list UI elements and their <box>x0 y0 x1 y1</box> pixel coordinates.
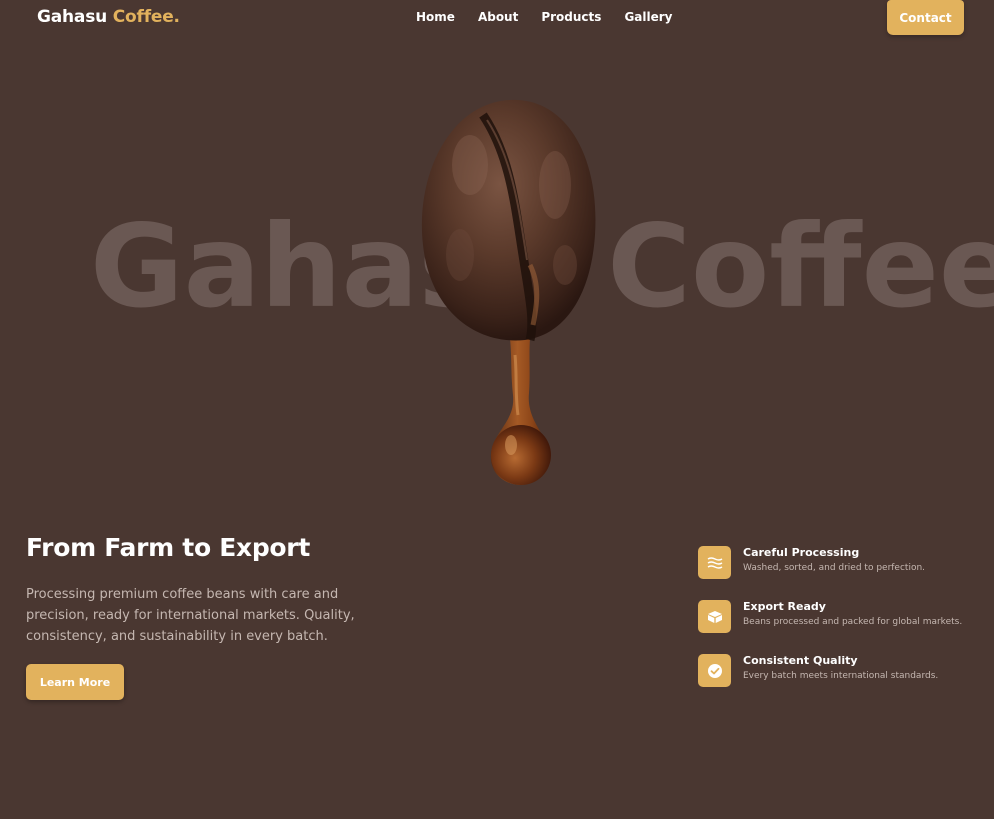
feature-title: Consistent Quality <box>743 654 858 667</box>
coffee-bean-image <box>421 99 596 485</box>
waves-icon <box>698 546 731 579</box>
nav-link-gallery[interactable]: Gallery <box>624 10 672 24</box>
contact-button[interactable]: Contact <box>887 0 964 35</box>
feature-title: Export Ready <box>743 600 826 613</box>
nav-link-about[interactable]: About <box>478 10 518 24</box>
feature-item-consistent-quality: Consistent Quality Every batch meets int… <box>698 654 978 688</box>
feature-description: Beans processed and packed for global ma… <box>743 617 963 627</box>
feature-description: Washed, sorted, and dried to perfection. <box>743 563 926 573</box>
feature-title: Careful Processing <box>743 546 860 559</box>
feature-item-export-ready: Export Ready Beans processed and packed … <box>698 600 978 634</box>
check-circle-icon <box>698 654 731 687</box>
nav-link-home[interactable]: Home <box>416 10 455 24</box>
learn-more-button[interactable]: Learn More <box>26 664 124 700</box>
intro-headline: From Farm to Export <box>26 533 310 562</box>
nav-links: Home About Products Gallery <box>416 10 696 24</box>
logo-accent: Coffee. <box>112 7 180 27</box>
nav-link-products[interactable]: Products <box>541 10 601 24</box>
feature-description: Every batch meets international standard… <box>743 671 939 681</box>
feature-item-careful-processing: Careful Processing Washed, sorted, and d… <box>698 546 978 580</box>
logo-primary: Gahasu <box>37 7 108 27</box>
navbar: Gahasu Coffee. Home About Products Galle… <box>0 0 994 36</box>
logo[interactable]: Gahasu Coffee. <box>37 7 180 27</box>
intro-description: Processing premium coffee beans with car… <box>26 587 355 644</box>
box-icon <box>698 600 731 633</box>
